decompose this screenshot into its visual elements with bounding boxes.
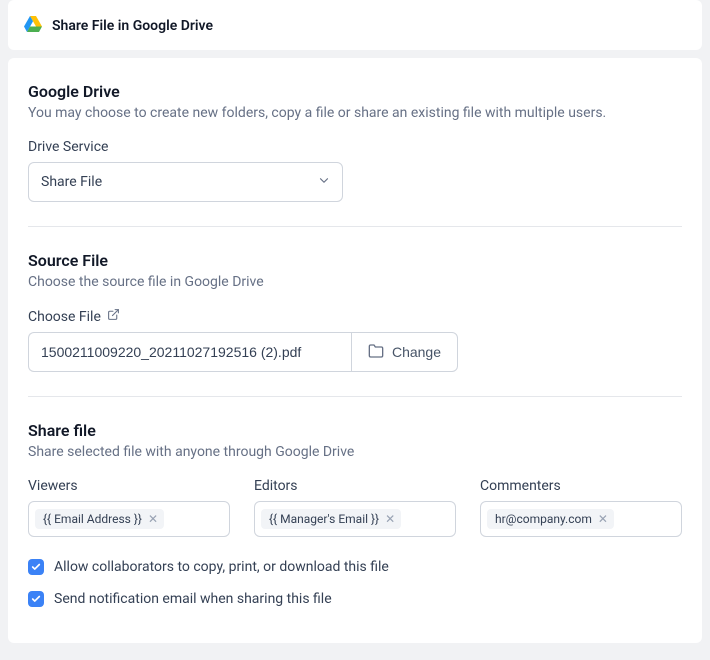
source-desc: Choose the source file in Google Drive — [28, 274, 682, 290]
commenters-column: Commenters hr@company.com ✕ — [480, 478, 682, 537]
send-email-checkbox[interactable] — [28, 591, 44, 607]
viewers-input[interactable]: {{ Email Address }} ✕ — [28, 501, 230, 537]
viewers-column: Viewers {{ Email Address }} ✕ — [28, 478, 230, 537]
drive-service-select[interactable]: Share File — [28, 162, 343, 202]
file-input[interactable] — [28, 332, 351, 372]
viewers-tag: {{ Email Address }} ✕ — [35, 509, 164, 529]
folder-icon — [368, 343, 384, 362]
share-title: Share file — [28, 421, 682, 440]
remove-tag-icon[interactable]: ✕ — [148, 513, 158, 525]
file-selector: Change — [28, 332, 458, 372]
allow-copy-row: Allow collaborators to copy, print, or d… — [28, 559, 682, 575]
drive-service-value: Share File — [41, 174, 102, 190]
commenters-tag: hr@company.com ✕ — [487, 509, 614, 529]
header: Share File in Google Drive — [8, 0, 702, 50]
main-panel: Google Drive You may choose to create ne… — [8, 58, 702, 643]
editors-input[interactable]: {{ Manager's Email }} ✕ — [254, 501, 456, 537]
external-link-icon[interactable] — [107, 308, 120, 325]
editors-label: Editors — [254, 478, 456, 494]
header-title: Share File in Google Drive — [52, 18, 213, 34]
send-email-row: Send notification email when sharing thi… — [28, 591, 682, 607]
allow-copy-label: Allow collaborators to copy, print, or d… — [54, 559, 389, 575]
change-label: Change — [392, 344, 441, 360]
source-title: Source File — [28, 251, 682, 270]
share-desc: Share selected file with anyone through … — [28, 444, 682, 460]
section-source: Source File Choose the source file in Go… — [28, 251, 682, 397]
google-drive-icon — [24, 16, 42, 36]
share-columns: Viewers {{ Email Address }} ✕ Editors {{… — [28, 478, 682, 537]
choose-file-label: Choose File — [28, 308, 682, 325]
viewers-label: Viewers — [28, 478, 230, 494]
allow-copy-checkbox[interactable] — [28, 559, 44, 575]
remove-tag-icon[interactable]: ✕ — [598, 513, 608, 525]
change-button[interactable]: Change — [351, 332, 458, 372]
drive-desc: You may choose to create new folders, co… — [28, 105, 682, 121]
remove-tag-icon[interactable]: ✕ — [385, 513, 395, 525]
editors-tag: {{ Manager's Email }} ✕ — [261, 509, 401, 529]
drive-title: Google Drive — [28, 82, 682, 101]
commenters-input[interactable]: hr@company.com ✕ — [480, 501, 682, 537]
send-email-label: Send notification email when sharing thi… — [54, 591, 332, 607]
commenters-label: Commenters — [480, 478, 682, 494]
section-drive: Google Drive You may choose to create ne… — [28, 82, 682, 227]
section-share: Share file Share selected file with anyo… — [28, 421, 682, 607]
editors-column: Editors {{ Manager's Email }} ✕ — [254, 478, 456, 537]
drive-service-label: Drive Service — [28, 139, 682, 155]
